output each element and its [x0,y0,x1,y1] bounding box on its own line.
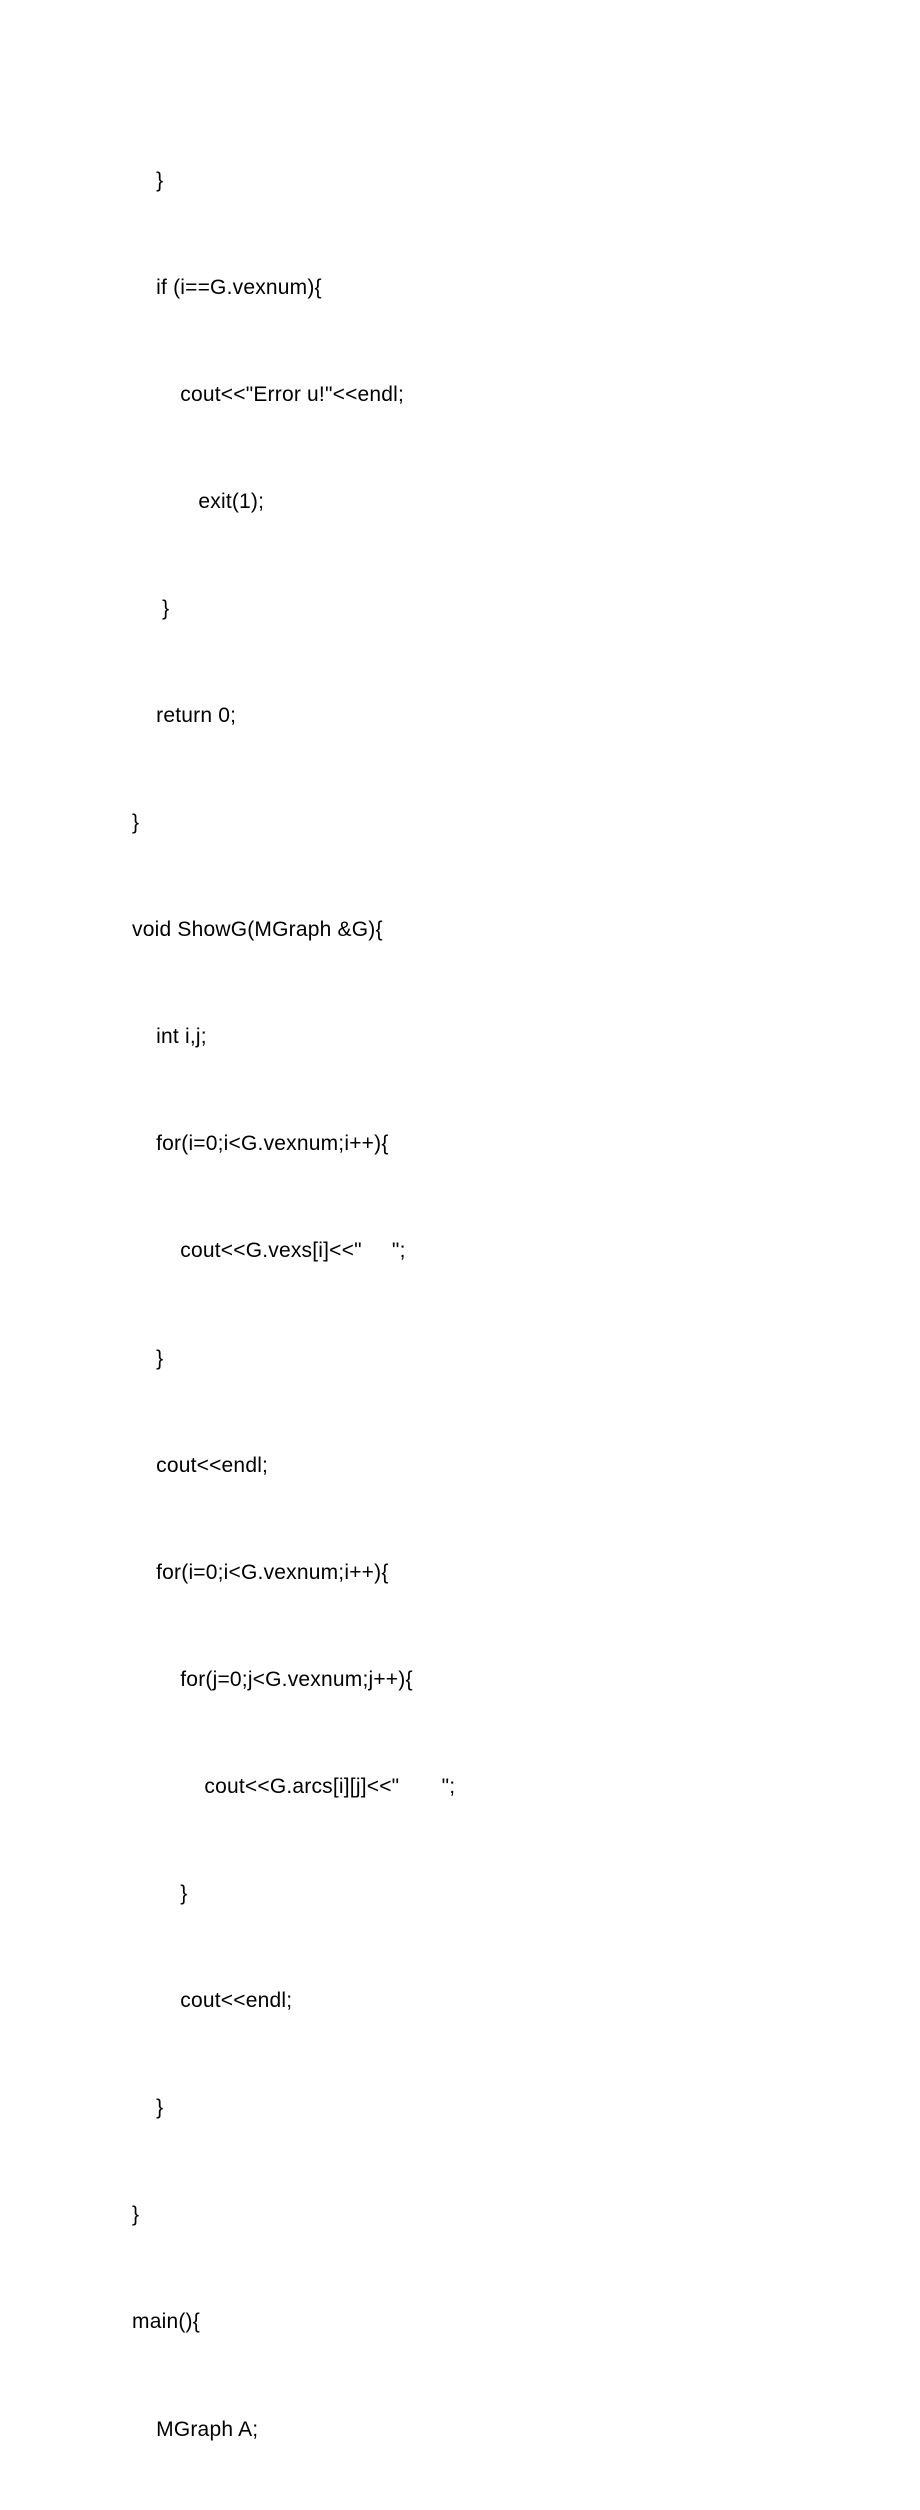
code-line: cout<<"Error u!"<<endl; [132,368,790,422]
code-line: cout<<endl; [132,1439,790,1493]
code-line: } [132,2188,790,2242]
code-line: } [132,582,790,636]
code-line: cout<<endl; [132,1974,790,2028]
code-line: for(i=0;i<G.vexnum;i++){ [132,1117,790,1171]
code-line: return 0; [132,689,790,743]
code-line: int i,j; [132,1010,790,1064]
code-line: main(){ [132,2295,790,2349]
code-line: } [132,2081,790,2135]
code-line: } [132,796,790,850]
code-line: } [132,154,790,208]
code-page: } if (i==G.vexnum){ cout<<"Error u!"<<en… [0,0,920,2510]
code-line: for(i=0;i<G.vexnum;i++){ [132,1546,790,1600]
code-line: void ShowG(MGraph &G){ [132,903,790,957]
code-line: cout<<G.arcs[i][j]<<" "; [132,1760,790,1814]
code-line: cout<<G.vexs[i]<<" "; [132,1224,790,1278]
code-line: MGraph A; [132,2403,790,2457]
code-line: } [132,1867,790,1921]
code-line: exit(1); [132,475,790,529]
code-line: if (i==G.vexnum){ [132,261,790,315]
code-line: for(j=0;j<G.vexnum;j++){ [132,1653,790,1707]
code-line: } [132,1332,790,1386]
